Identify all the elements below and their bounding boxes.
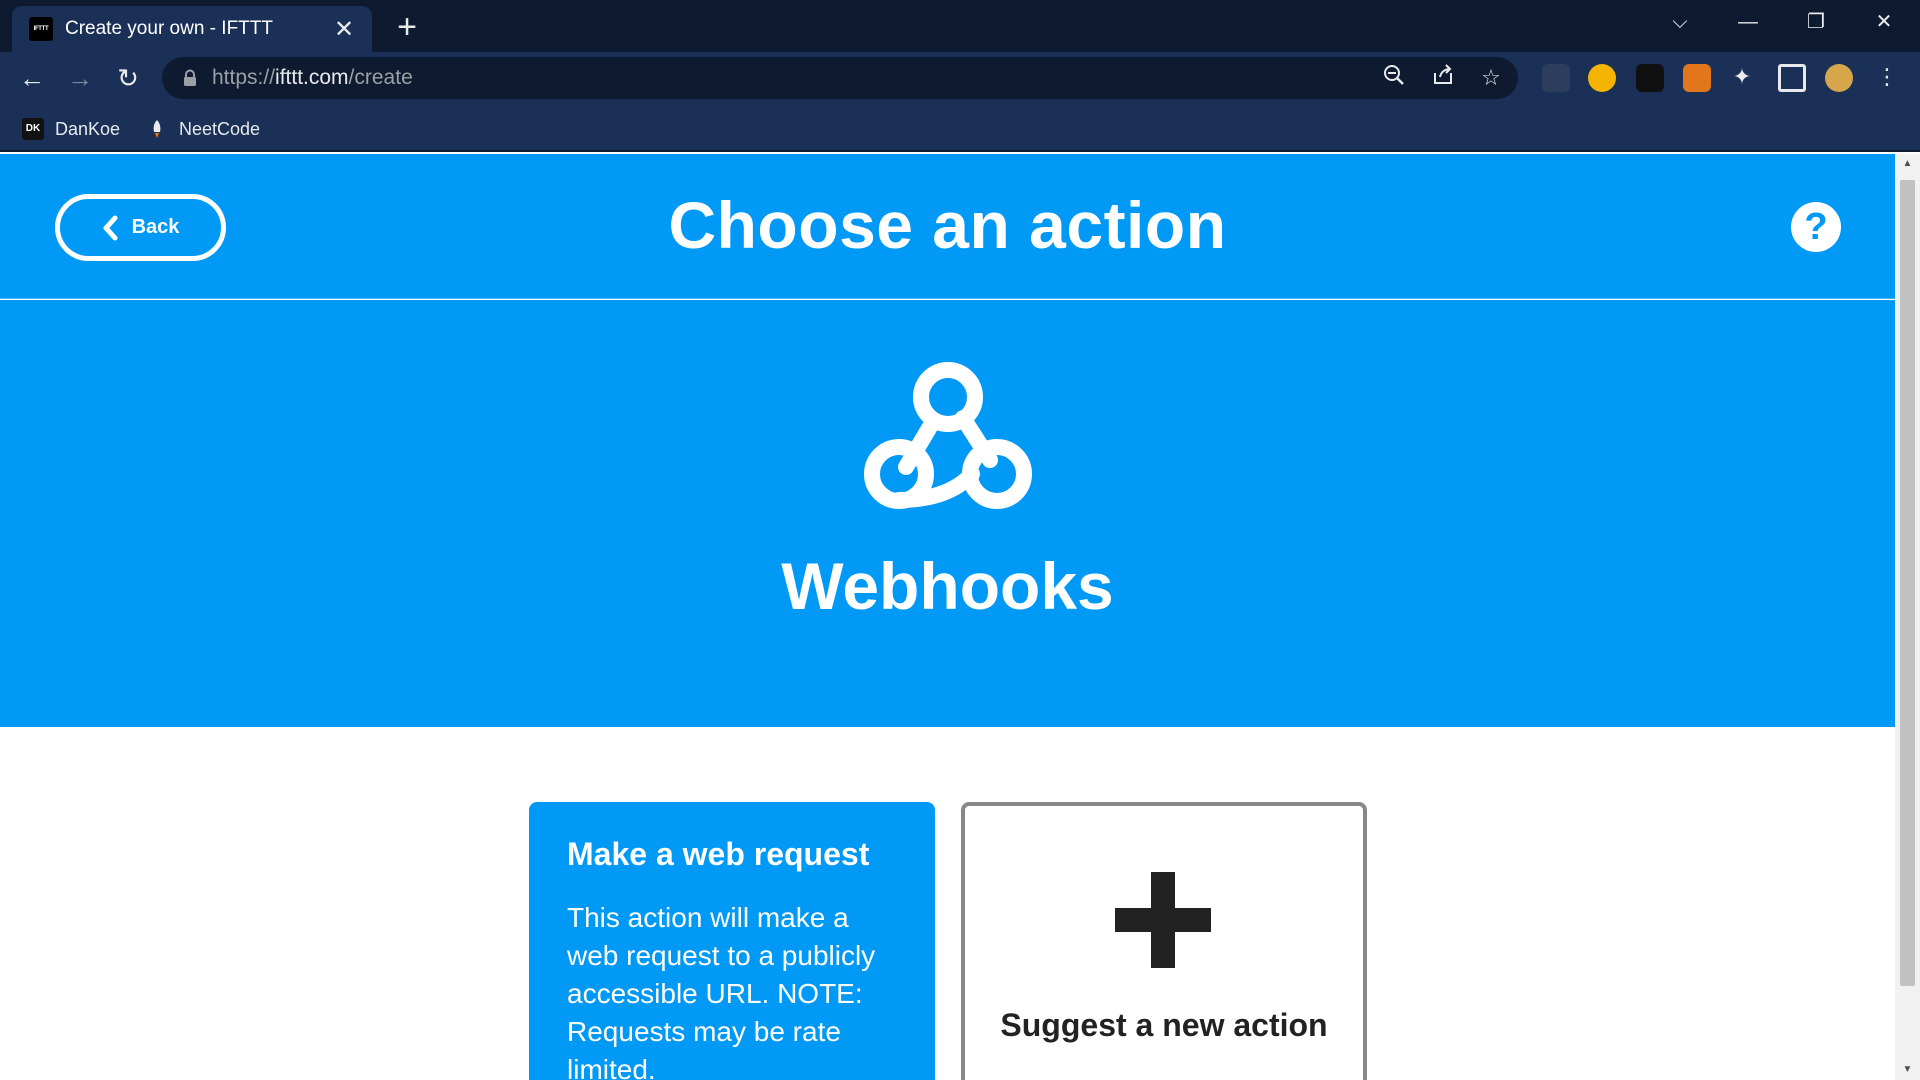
action-card-description: This action will make a web request to a… [567, 902, 876, 1080]
address-bar[interactable]: https://ifttt.com/create ☆ [162, 57, 1518, 99]
tab-strip: IFTTT Create your own - IFTTT ✕ + ⌵ — ❐ … [0, 0, 1920, 52]
url-text: https://ifttt.com/create [212, 66, 413, 90]
extension-dark-icon[interactable] [1636, 64, 1664, 92]
suggest-action-label: Suggest a new action [1000, 1007, 1328, 1043]
minimize-button[interactable]: — [1718, 6, 1778, 38]
tab-title: Create your own - IFTTT [65, 18, 273, 39]
plus-icon [1115, 872, 1211, 968]
extensions-puzzle-icon[interactable]: ✦ [1727, 62, 1757, 92]
close-tab-icon[interactable]: ✕ [330, 15, 358, 43]
service-name: Webhooks [781, 549, 1114, 623]
bookmark-label: DanKoe [55, 118, 121, 139]
page-title: Choose an action [668, 188, 1227, 262]
bookmark-star-icon[interactable]: ☆ [1476, 63, 1506, 93]
bookmark-dankoe[interactable]: DK DanKoe [22, 116, 120, 142]
suggest-action-card[interactable]: Suggest a new action [961, 802, 1367, 1080]
url-scheme: https:// [212, 66, 276, 89]
webhooks-icon [862, 360, 1034, 520]
profile-avatar[interactable] [1825, 64, 1853, 92]
help-icon[interactable]: ? [1791, 202, 1841, 252]
bookmarks-bar: DK DanKoe NeetCode [0, 104, 1920, 152]
scroll-thumb[interactable] [1900, 180, 1915, 986]
extension-color-icon[interactable] [1588, 64, 1616, 92]
metamask-fox-icon[interactable] [1683, 64, 1711, 92]
scroll-down-arrow-icon[interactable]: ▼ [1895, 1060, 1920, 1080]
extension-pen-icon[interactable] [1542, 64, 1570, 92]
zoom-icon[interactable] [1379, 63, 1409, 93]
close-window-button[interactable]: ✕ [1854, 6, 1914, 38]
rocket-icon [146, 118, 168, 140]
url-host: ifttt.com [275, 66, 349, 89]
bookmark-label: NeetCode [179, 118, 261, 139]
restore-button[interactable]: ❐ [1786, 6, 1846, 38]
page-content: Back Choose an action ? Webhooks Make a … [0, 154, 1895, 1080]
browser-menu-icon[interactable]: ⋮ [1872, 62, 1902, 92]
page-scrollbar[interactable]: ▲ ▼ [1895, 154, 1920, 1080]
side-panel-icon[interactable] [1778, 64, 1806, 92]
bookmark-neetcode[interactable]: NeetCode [146, 116, 260, 142]
forward-arrow-icon[interactable]: → [62, 60, 98, 96]
url-path: /create [348, 66, 413, 89]
reload-icon[interactable]: ↻ [110, 60, 146, 96]
browser-toolbar: ← → ↻ https://ifttt.com/create ☆ ✦ ⋮ [0, 52, 1920, 104]
new-tab-button[interactable]: + [390, 10, 424, 44]
share-icon[interactable] [1428, 63, 1458, 93]
action-card-make-web-request[interactable]: Make a web request This action will make… [529, 802, 935, 1080]
browser-tab-active[interactable]: IFTTT Create your own - IFTTT ✕ [12, 6, 372, 52]
action-card-title: Make a web request [567, 836, 870, 872]
dankoe-logo-icon: DK [22, 118, 44, 140]
back-arrow-icon[interactable]: ← [14, 60, 50, 96]
ifttt-favicon-icon: IFTTT [29, 17, 53, 41]
lock-icon [182, 69, 198, 87]
service-hero: Webhooks [0, 300, 1895, 727]
tab-search-chevron-icon[interactable]: ⌵ [1650, 6, 1710, 38]
page-header: Back Choose an action ? [0, 154, 1895, 299]
scroll-up-arrow-icon[interactable]: ▲ [1895, 154, 1920, 174]
